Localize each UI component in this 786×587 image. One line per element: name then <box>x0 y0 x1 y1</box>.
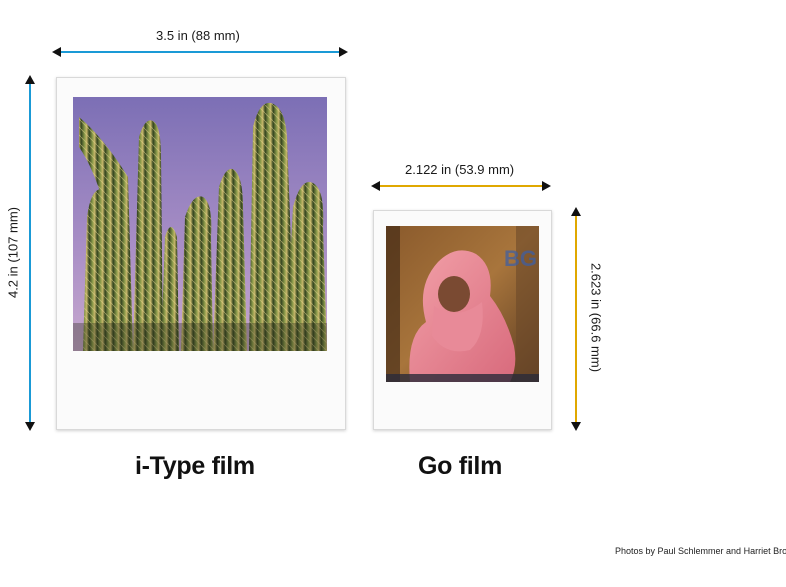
itype-height-arrow <box>25 75 35 431</box>
go-height-label: 2.623 in (66.6 mm) <box>588 262 604 373</box>
itype-title: i-Type film <box>135 452 255 480</box>
go-film-frame: BG <box>373 210 552 430</box>
itype-film-frame <box>56 77 346 430</box>
go-width-label: 2.122 in (53.9 mm) <box>405 162 515 177</box>
cactus-photo <box>73 97 327 351</box>
svg-text:BG: BG <box>504 246 537 271</box>
go-width-arrow <box>371 181 551 191</box>
itype-width-label: 3.5 in (88 mm) <box>156 28 240 43</box>
itype-height-label: 4.2 in (107 mm) <box>5 206 21 299</box>
go-title: Go film <box>418 452 503 480</box>
portrait-photo: BG <box>386 226 539 382</box>
itype-width-arrow <box>52 47 348 57</box>
photo-credit: Photos by Paul Schlemmer and Harriet Bro… <box>615 546 786 556</box>
go-height-arrow <box>571 207 581 431</box>
